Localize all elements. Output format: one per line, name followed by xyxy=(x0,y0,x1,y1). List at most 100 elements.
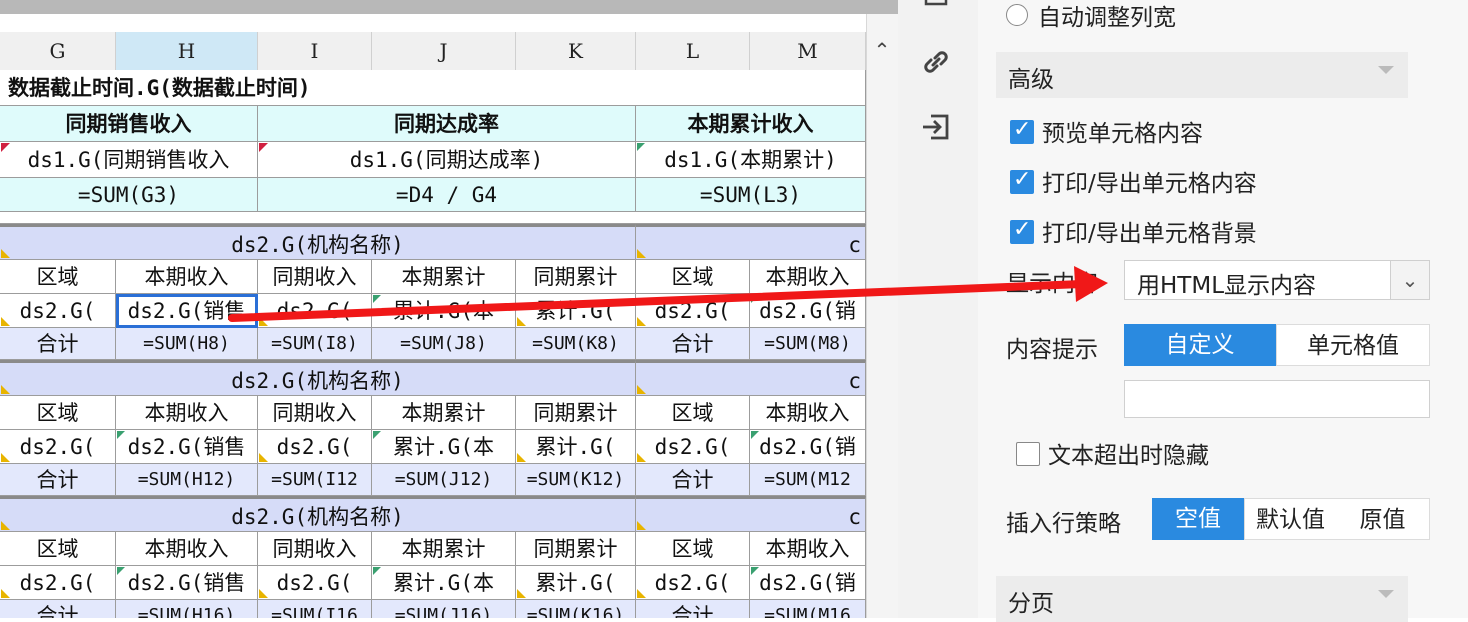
auto-adjust-radio[interactable] xyxy=(1006,4,1028,26)
ds1-cell-i[interactable]: ds1.G(同期达成率) xyxy=(258,142,636,178)
advanced-section-header[interactable]: 高级 xyxy=(996,52,1408,98)
subheader-cell[interactable]: 本期累计 xyxy=(372,396,516,430)
display-content-select[interactable]: 用HTML显示内容 ⌄ xyxy=(1124,260,1430,300)
data-cell[interactable]: 累计.G( xyxy=(516,566,636,600)
subheader-cell[interactable]: 区域 xyxy=(636,260,750,294)
data-cell[interactable]: ds2.G( xyxy=(258,294,372,328)
sum-row-cell[interactable]: 合计 xyxy=(0,328,116,360)
cell-grid[interactable]: 数据截止时间.G(数据截止时间) 同期销售收入 同期达成率 本期累计收入 ds1… xyxy=(0,70,866,618)
column-header-h[interactable]: H xyxy=(116,32,258,70)
block-title-cell-right[interactable]: c xyxy=(636,224,866,260)
subheader-cell[interactable]: 区域 xyxy=(0,532,116,566)
chevron-down-icon[interactable]: ⌄ xyxy=(1390,261,1429,299)
sum-row-cell[interactable]: =SUM(J16) xyxy=(372,600,516,618)
sum-row-cell[interactable]: 合计 xyxy=(0,464,116,496)
import-icon[interactable] xyxy=(918,110,954,146)
ds1-cell-l[interactable]: ds1.G(本期累计) xyxy=(636,142,866,178)
data-cell[interactable]: 累计.G(本 xyxy=(372,430,516,464)
print-export-content-checkbox[interactable] xyxy=(1010,167,1034,194)
insert-empty-option[interactable]: 空值 xyxy=(1152,498,1244,540)
print-export-bg-checkbox[interactable] xyxy=(1010,217,1034,244)
sum-row-cell[interactable]: 合计 xyxy=(0,600,116,618)
data-cell[interactable]: ds2.G( xyxy=(258,430,372,464)
paging-section-header[interactable]: 分页 xyxy=(996,576,1408,622)
sum-cell-i[interactable]: =D4 / G4 xyxy=(258,178,636,212)
hyperlink-icon[interactable] xyxy=(918,46,954,82)
subheader-cell[interactable]: 本期收入 xyxy=(750,260,866,294)
data-cell[interactable]: 累计.G(本 xyxy=(372,294,516,328)
sum-row-cell[interactable]: =SUM(I16 xyxy=(258,600,372,618)
sum-row-cell[interactable]: =SUM(M12 xyxy=(750,464,866,496)
column-header-k[interactable]: K xyxy=(516,32,636,70)
data-cell[interactable]: 累计.G(本 xyxy=(372,566,516,600)
tip-custom-option[interactable]: 自定义 xyxy=(1124,324,1276,366)
sum-row-cell[interactable]: =SUM(H16) xyxy=(116,600,258,618)
sum-row-cell[interactable]: =SUM(K8) xyxy=(516,328,636,360)
preview-cell-checkbox[interactable] xyxy=(1010,117,1034,144)
subheader-cell[interactable]: 区域 xyxy=(0,396,116,430)
ds1-cell-g[interactable]: ds1.G(同期销售收入 xyxy=(0,142,258,178)
sum-row-cell[interactable]: =SUM(H12) xyxy=(116,464,258,496)
subheader-cell[interactable]: 区域 xyxy=(636,396,750,430)
subheader-cell[interactable]: 同期收入 xyxy=(258,260,372,294)
sum-cell-l[interactable]: =SUM(L3) xyxy=(636,178,866,212)
content-tip-input[interactable] xyxy=(1124,380,1430,418)
data-cell[interactable]: ds2.G( xyxy=(0,430,116,464)
subheader-cell[interactable]: 本期收入 xyxy=(116,532,258,566)
data-cell[interactable]: ds2.G(销 xyxy=(750,566,866,600)
sum-row-cell[interactable]: =SUM(M16 xyxy=(750,600,866,618)
sum-row-cell[interactable]: 合计 xyxy=(636,600,750,618)
subheader-cell[interactable]: 本期累计 xyxy=(372,260,516,294)
subheader-cell[interactable]: 同期收入 xyxy=(258,396,372,430)
sum-row-cell[interactable]: 合计 xyxy=(636,328,750,360)
title-cell[interactable]: 数据截止时间.G(数据截止时间) xyxy=(0,70,866,106)
data-cell[interactable]: ds2.G( xyxy=(258,566,372,600)
data-cell[interactable]: ds2.G(销 xyxy=(750,294,866,328)
data-cell[interactable]: ds2.G(销售 xyxy=(116,566,258,600)
subheader-cell[interactable]: 本期收入 xyxy=(116,260,258,294)
spreadsheet-area[interactable]: G H I J K L M 数据截止时间.G(数据截止时间) 同期销售收入 同期… xyxy=(0,0,866,618)
subheader-cell[interactable]: 本期收入 xyxy=(750,532,866,566)
subheader-cell[interactable]: 区域 xyxy=(0,260,116,294)
header-cell-i[interactable]: 同期达成率 xyxy=(258,106,636,142)
data-cell[interactable]: 累计.G( xyxy=(516,430,636,464)
subheader-cell[interactable]: 同期累计 xyxy=(516,532,636,566)
sum-row-cell[interactable]: =SUM(I12 xyxy=(258,464,372,496)
subheader-cell[interactable]: 同期收入 xyxy=(258,532,372,566)
insert-default-option[interactable]: 默认值 xyxy=(1244,498,1336,540)
data-cell[interactable]: ds2.G( xyxy=(636,294,750,328)
subheader-cell[interactable]: 同期累计 xyxy=(516,260,636,294)
column-header-g[interactable]: G xyxy=(0,32,116,70)
subheader-cell[interactable]: 本期收入 xyxy=(116,396,258,430)
block-title-cell-right[interactable]: c xyxy=(636,496,866,532)
block-title-cell[interactable]: ds2.G(机构名称) xyxy=(0,224,636,260)
data-cell[interactable]: 累计.G( xyxy=(516,294,636,328)
sum-row-cell[interactable]: =SUM(J8) xyxy=(372,328,516,360)
hide-overflow-checkbox[interactable] xyxy=(1016,442,1040,466)
block-title-cell[interactable]: ds2.G(机构名称) xyxy=(0,496,636,532)
sum-row-cell[interactable]: =SUM(H8) xyxy=(116,328,258,360)
data-cell[interactable]: ds2.G( xyxy=(0,294,116,328)
column-header-l[interactable]: L xyxy=(636,32,750,70)
column-header-m[interactable]: M xyxy=(750,32,866,70)
subheader-cell[interactable]: 区域 xyxy=(636,532,750,566)
data-cell[interactable]: ds2.G( xyxy=(0,566,116,600)
block-title-cell[interactable]: ds2.G(机构名称) xyxy=(0,360,636,396)
sum-row-cell[interactable]: =SUM(K12) xyxy=(516,464,636,496)
data-cell[interactable]: ds2.G( xyxy=(636,566,750,600)
cell-attribute-icon[interactable] xyxy=(918,0,954,22)
scroll-up-icon[interactable]: ⌃ xyxy=(867,38,897,62)
subheader-cell[interactable]: 同期累计 xyxy=(516,396,636,430)
subheader-cell[interactable]: 本期收入 xyxy=(750,396,866,430)
data-cell-selected[interactable]: ds2.G(销售 xyxy=(116,294,258,328)
data-cell[interactable]: ds2.G( xyxy=(636,430,750,464)
tip-cell-value-option[interactable]: 单元格值 xyxy=(1276,324,1430,366)
column-header-i[interactable]: I xyxy=(258,32,372,70)
header-cell-l[interactable]: 本期累计收入 xyxy=(636,106,866,142)
sum-row-cell[interactable]: =SUM(M8) xyxy=(750,328,866,360)
sum-cell-g[interactable]: =SUM(G3) xyxy=(0,178,258,212)
subheader-cell[interactable]: 本期累计 xyxy=(372,532,516,566)
block-title-cell-right[interactable]: c xyxy=(636,360,866,396)
sum-row-cell[interactable]: 合计 xyxy=(636,464,750,496)
header-cell-g[interactable]: 同期销售收入 xyxy=(0,106,258,142)
